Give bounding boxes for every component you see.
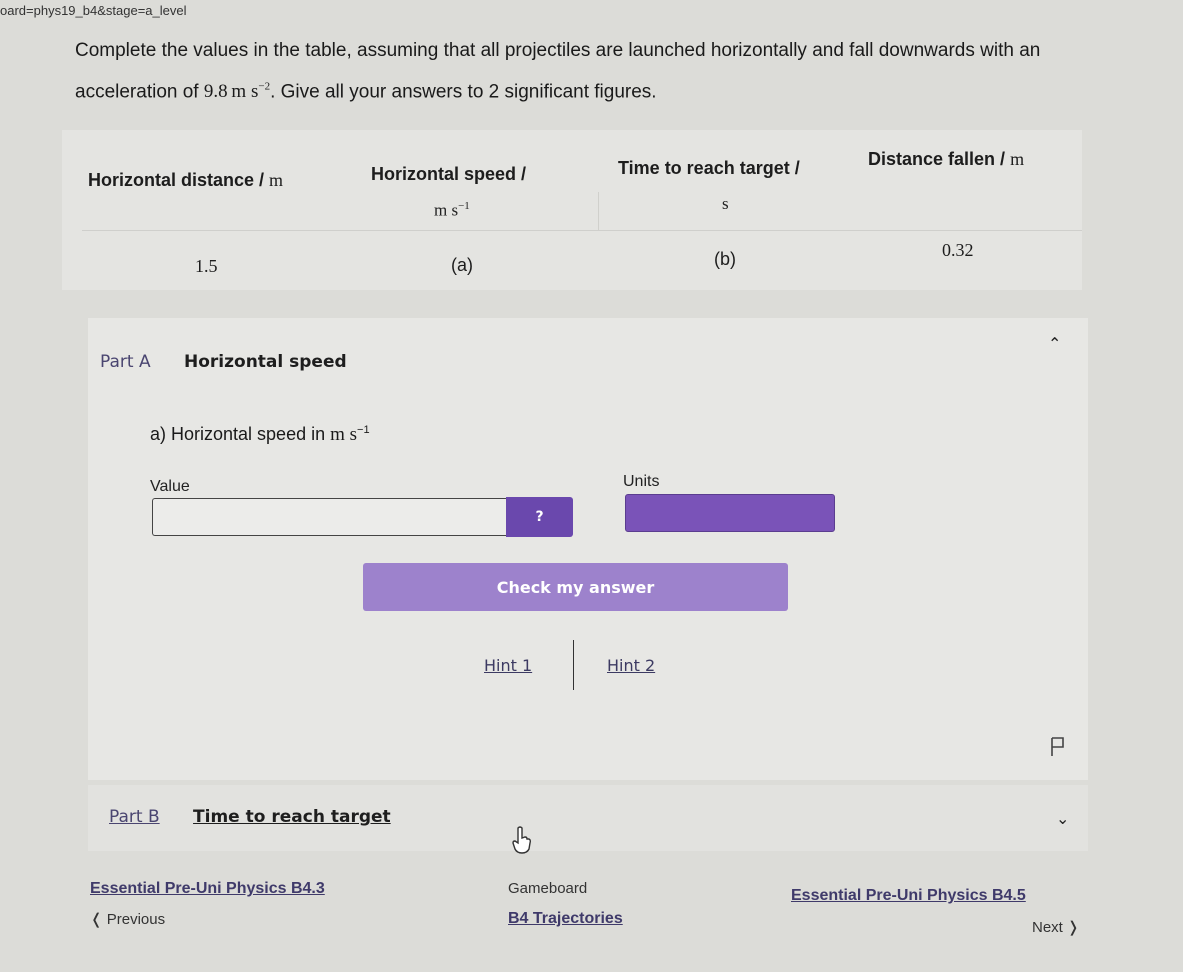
value-input[interactable] xyxy=(152,498,506,536)
intro-text-after: . Give all your answers to 2 significant… xyxy=(270,81,657,103)
hint-1-link[interactable]: Hint 1 xyxy=(484,656,532,675)
chevron-down-icon[interactable]: ⌄ xyxy=(1056,809,1069,828)
chevron-up-icon[interactable]: ⌃ xyxy=(1048,334,1061,353)
part-b-panel[interactable]: Part B Time to reach target ⌄ xyxy=(88,785,1088,851)
part-a-header[interactable]: Part A Horizontal speed xyxy=(100,352,347,372)
gameboard-label: Gameboard xyxy=(508,880,588,897)
header-horizontal-speed-unit: m s−1 xyxy=(434,200,470,220)
hint-2-link[interactable]: Hint 2 xyxy=(607,656,655,675)
url-fragment: oard=phys19_b4&stage=a_level xyxy=(0,3,187,18)
units-label: Units xyxy=(623,473,660,490)
cell-time: (b) xyxy=(714,249,736,269)
previous-button[interactable]: ❬ Previous xyxy=(90,910,165,928)
part-a-panel: Part A Horizontal speed ⌃ a) Horizontal … xyxy=(88,318,1088,780)
previous-question-link[interactable]: Essential Pre-Uni Physics B4.3 xyxy=(90,880,325,898)
column-divider xyxy=(598,192,599,230)
check-answer-button[interactable]: Check my answer xyxy=(363,563,788,611)
row-divider xyxy=(82,230,1082,231)
part-b-title: Time to reach target xyxy=(193,807,391,827)
hint-divider xyxy=(573,640,574,690)
cell-fallen: 0.32 xyxy=(942,240,974,260)
question-label: a) Horizontal speed in m s−1 xyxy=(150,424,370,445)
header-time-to-target: Time to reach target / xyxy=(618,158,800,178)
header-time-unit: s xyxy=(722,194,729,213)
value-label: Value xyxy=(150,478,190,495)
question-intro: Complete the values in the table, assumi… xyxy=(75,32,1055,110)
part-a-label: Part A xyxy=(100,352,151,372)
units-dropdown[interactable] xyxy=(625,494,835,532)
cell-speed: (a) xyxy=(451,255,473,275)
part-b-header[interactable]: Part B Time to reach target xyxy=(109,807,391,827)
part-a-title: Horizontal speed xyxy=(184,352,347,372)
accel-value: 9.8 m s−2 xyxy=(203,81,271,103)
next-button[interactable]: Next ❭ xyxy=(1032,918,1080,936)
header-distance-fallen: Distance fallen / m xyxy=(868,149,1025,169)
part-b-label: Part B xyxy=(109,807,160,827)
next-question-link[interactable]: Essential Pre-Uni Physics B4.5 xyxy=(791,887,1026,905)
header-horizontal-distance: Horizontal distance / m xyxy=(88,170,284,190)
cell-distance: 1.5 xyxy=(195,256,218,276)
gameboard-link[interactable]: B4 Trajectories xyxy=(508,910,623,928)
hand-cursor-icon xyxy=(512,826,532,854)
data-table: Horizontal distance / m Horizontal speed… xyxy=(62,130,1082,290)
header-horizontal-speed: Horizontal speed / xyxy=(371,164,527,184)
value-help-button[interactable]: ? xyxy=(506,497,573,537)
flag-icon[interactable] xyxy=(1050,736,1066,758)
